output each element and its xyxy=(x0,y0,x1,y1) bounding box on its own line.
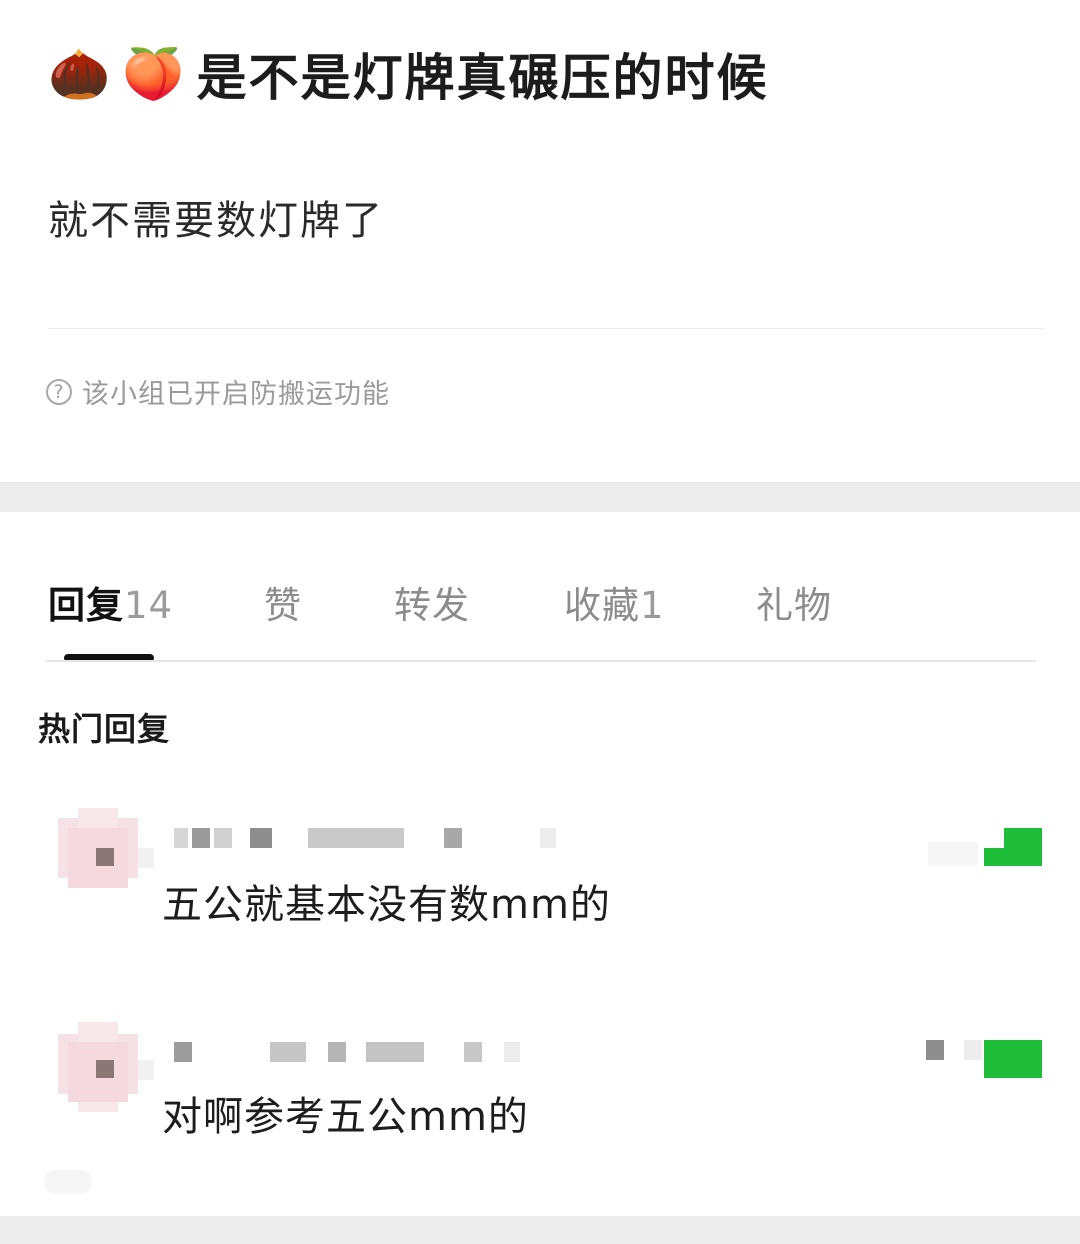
tab-reposts[interactable]: 转发 xyxy=(394,575,470,629)
section-separator xyxy=(0,1216,1080,1244)
tab-reposts-label: 转发 xyxy=(394,584,470,627)
divider xyxy=(48,328,1044,329)
tabs-divider xyxy=(46,660,1036,662)
tab-bar: 回复14 赞 转发 收藏1 礼物 xyxy=(0,575,1080,627)
tab-favorites-count: 1 xyxy=(640,584,665,627)
tab-gifts-label: 礼物 xyxy=(756,584,832,627)
chestnut-emoji: 🌰 xyxy=(48,44,113,103)
notice-text: 该小组已开启防搬运功能 xyxy=(82,379,390,410)
green-badge xyxy=(926,1040,1042,1080)
tab-replies-label: 回复 xyxy=(48,584,124,627)
hot-replies-heading: 热门回复 xyxy=(38,710,171,748)
tab-gifts[interactable]: 礼物 xyxy=(756,575,832,629)
post-detail-page: 🌰 🍑 是不是灯牌真碾压的时候 就不需要数灯牌了 ? 该小组已开启防搬运功能 回… xyxy=(0,0,1080,1244)
tab-favorites[interactable]: 收藏1 xyxy=(564,575,665,629)
tab-likes[interactable]: 赞 xyxy=(264,575,302,629)
avatar[interactable] xyxy=(58,1022,154,1112)
post-title: 🌰 🍑 是不是灯牌真碾压的时候 xyxy=(48,38,769,110)
anti-repost-notice[interactable]: ? 该小组已开启防搬运功能 xyxy=(46,372,390,411)
peach-emoji: 🍑 xyxy=(122,44,187,103)
tab-likes-label: 赞 xyxy=(264,584,302,627)
section-separator xyxy=(0,482,1080,512)
reply-text: 五公就基本没有数mm的 xyxy=(162,882,611,928)
tab-replies[interactable]: 回复14 xyxy=(48,575,173,629)
tab-favorites-label: 收藏 xyxy=(564,584,640,627)
reply-text: 对啊参考五公mm的 xyxy=(162,1094,529,1140)
post-body: 就不需要数灯牌了 xyxy=(48,198,384,244)
question-circle-icon: ? xyxy=(46,378,72,405)
bottom-pill xyxy=(44,1170,92,1194)
avatar[interactable] xyxy=(58,808,154,888)
tab-replies-count: 14 xyxy=(124,584,174,627)
green-badge xyxy=(928,828,1042,868)
post-title-text: 是不是灯牌真碾压的时候 xyxy=(196,49,769,107)
